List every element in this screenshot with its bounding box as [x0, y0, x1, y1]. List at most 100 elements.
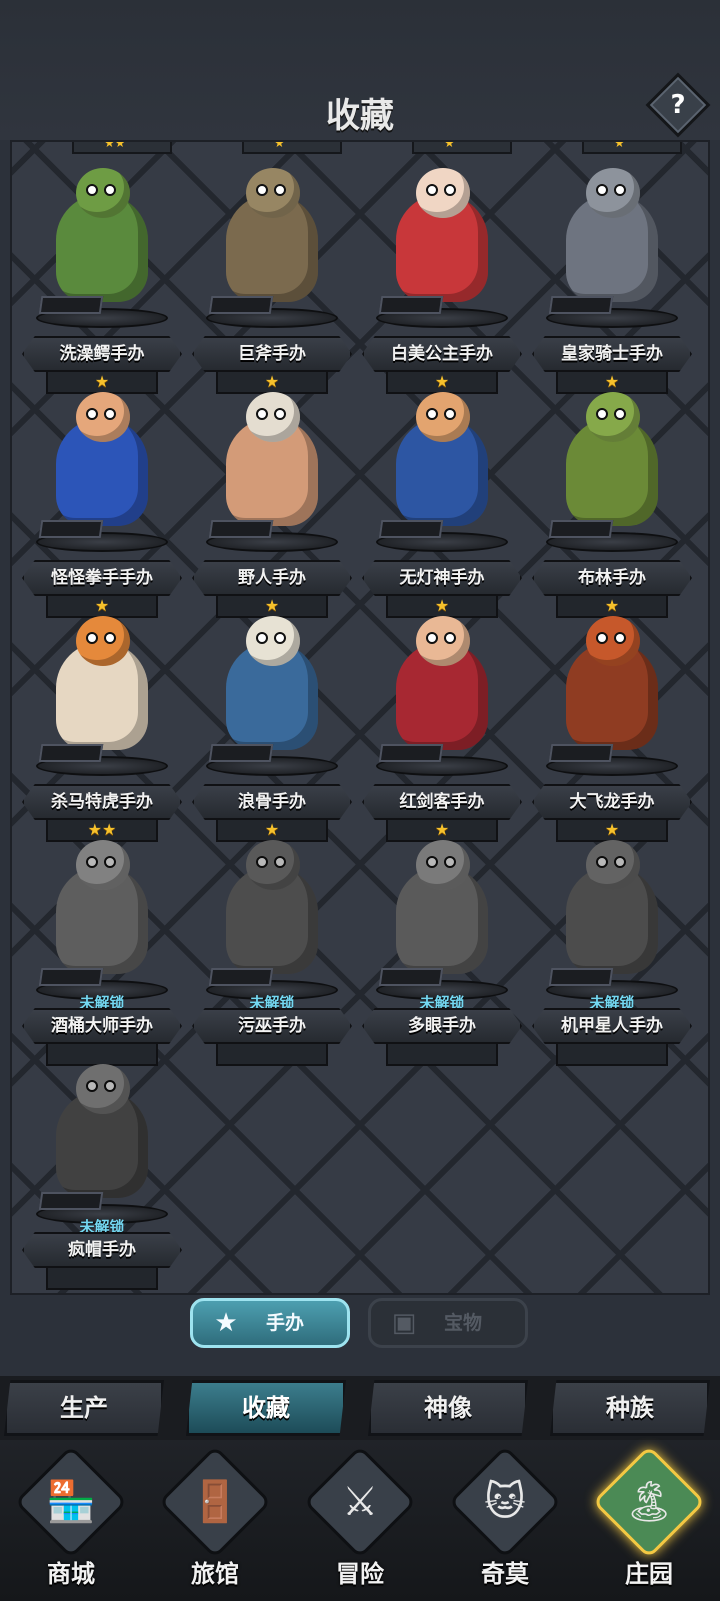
section-tab-collection[interactable]: 收藏 [186, 1380, 346, 1436]
figure-body [226, 616, 318, 750]
figure-name: 疯帽手办 [22, 1232, 182, 1268]
figure-card[interactable]: 无灯神手办 ★ [362, 390, 522, 618]
figure-image [558, 616, 666, 750]
nav-shop[interactable]: 🏪 商城 [6, 1440, 136, 1601]
figure-card[interactable]: 洗澡鳄手办 ★ [22, 166, 182, 394]
pedestal-plaque [378, 744, 444, 762]
pedestal-plaque [548, 744, 614, 762]
figure-eye [104, 856, 116, 868]
figure-head [416, 392, 470, 442]
nav-adventure[interactable]: ⚔ 冒险 [295, 1440, 425, 1601]
figure-name: 巨斧手办 [192, 336, 352, 372]
nav-inn[interactable]: 🚪 旅馆 [150, 1440, 280, 1601]
figure-head [416, 616, 470, 666]
figure-eye [596, 856, 608, 868]
figure-body [226, 168, 318, 302]
figure-eye [444, 184, 456, 196]
nav-qimo-label: 奇莫 [481, 1560, 529, 1588]
figure-head [586, 616, 640, 666]
figure-head [416, 168, 470, 218]
tab-figures[interactable]: ★ 手办 [190, 1298, 350, 1348]
figure-image [218, 840, 326, 974]
pedestal-plaque [548, 520, 614, 538]
figure-body [56, 392, 148, 526]
figure-head [246, 616, 300, 666]
pedestal-plaque [378, 968, 444, 986]
figure-card[interactable]: 大飞龙手办 ★ [532, 614, 692, 842]
figure-body [56, 168, 148, 302]
nav-shop-label: 商城 [47, 1560, 95, 1588]
figure-card[interactable]: 未解锁 酒桶大师手办 [22, 838, 182, 1066]
figure-card[interactable]: 未解锁 机甲星人手办 [532, 838, 692, 1066]
nav-manor[interactable]: 🏝 庄园 [584, 1440, 714, 1601]
figure-head [586, 392, 640, 442]
figure-eye [426, 632, 438, 644]
tab-treasure[interactable]: ▣ 宝物 [368, 1298, 528, 1348]
section-tab-race[interactable]: 种族 [550, 1380, 710, 1436]
section-tab-statue[interactable]: 神像 [368, 1380, 528, 1436]
crossed-swords-icon: ⚔ [342, 1479, 378, 1525]
figure-eye [596, 184, 608, 196]
figure-eye [104, 408, 116, 420]
star-rating [46, 1268, 158, 1290]
figure-eye [444, 408, 456, 420]
figure-eye [274, 408, 286, 420]
figure-card[interactable]: 怪怪拳手手办 ★ [22, 390, 182, 618]
pedestal-plaque [208, 744, 274, 762]
figure-card[interactable]: 野人手办 ★ [192, 390, 352, 618]
question-icon: ? [670, 90, 686, 120]
figure-eye [86, 1080, 98, 1092]
tab-treasure-label: 宝物 [443, 1312, 482, 1334]
pedestal-plaque [548, 968, 614, 986]
nav-inn-label: 旅馆 [191, 1560, 239, 1588]
figure-card[interactable]: 杀马特虎手办 ★★ [22, 614, 182, 842]
figure-body [566, 392, 658, 526]
figure-name: 洗澡鳄手办 [22, 336, 182, 372]
figure-card[interactable]: 巨斧手办 ★ [192, 166, 352, 394]
figure-card[interactable]: 未解锁 疯帽手办 [22, 1062, 182, 1290]
figure-image [388, 616, 496, 750]
figure-image [558, 840, 666, 974]
figure-head [246, 392, 300, 442]
figure-eye [86, 184, 98, 196]
collection-type-tabs: ★ 手办 ▣ 宝物 [0, 1298, 720, 1348]
figure-eye [104, 1080, 116, 1092]
pedestal-plaque [208, 296, 274, 314]
figure-body [396, 392, 488, 526]
partial-star-bar: ★ [242, 142, 342, 154]
header-bar: 收藏 ? [0, 0, 720, 140]
figure-image [558, 392, 666, 526]
figure-image [48, 840, 156, 974]
figure-name: 机甲星人手办 [532, 1008, 692, 1044]
figure-eye [86, 856, 98, 868]
figure-eye [614, 856, 626, 868]
figure-body [56, 1064, 148, 1198]
figure-eye [596, 632, 608, 644]
figure-card[interactable]: 浪骨手办 ★ [192, 614, 352, 842]
figure-card[interactable]: 皇家骑士手办 ★ [532, 166, 692, 394]
figure-card[interactable]: 未解锁 多眼手办 [362, 838, 522, 1066]
figure-name: 大飞龙手办 [532, 784, 692, 820]
figure-name: 怪怪拳手手办 [22, 560, 182, 596]
figure-eye [274, 184, 286, 196]
figure-card[interactable]: 布林手办 ★ [532, 390, 692, 618]
figure-name: 野人手办 [192, 560, 352, 596]
figure-head [76, 168, 130, 218]
figure-name: 无灯神手办 [362, 560, 522, 596]
figure-card[interactable]: 白美公主手办 ★ [362, 166, 522, 394]
pedestal-plaque [208, 968, 274, 986]
bottom-nav: 🏪 商城 🚪 旅馆 ⚔ 冒险 🐱 奇莫 🏝 庄园 [0, 1440, 720, 1601]
section-tab-production[interactable]: 生产 [4, 1380, 164, 1436]
collection-panel[interactable]: ★★ ★ ★ ★ 洗澡鳄手办 ★ 巨斧手办 ★ 白美公主手办 ★ 皇家骑士手办 ★ 怪怪拳手手办… [10, 140, 710, 1295]
nav-qimo[interactable]: 🐱 奇莫 [440, 1440, 570, 1601]
figure-card[interactable]: 红剑客手办 ★ [362, 614, 522, 842]
figure-body [396, 168, 488, 302]
figure-name: 皇家骑士手办 [532, 336, 692, 372]
figure-eye [614, 632, 626, 644]
figure-eye [256, 408, 268, 420]
figure-card[interactable]: 未解锁 污巫手办 [192, 838, 352, 1066]
partial-star-bar: ★ [412, 142, 512, 154]
figure-image [558, 168, 666, 302]
pedestal-plaque [38, 968, 104, 986]
tab-figures-label: 手办 [265, 1312, 304, 1334]
